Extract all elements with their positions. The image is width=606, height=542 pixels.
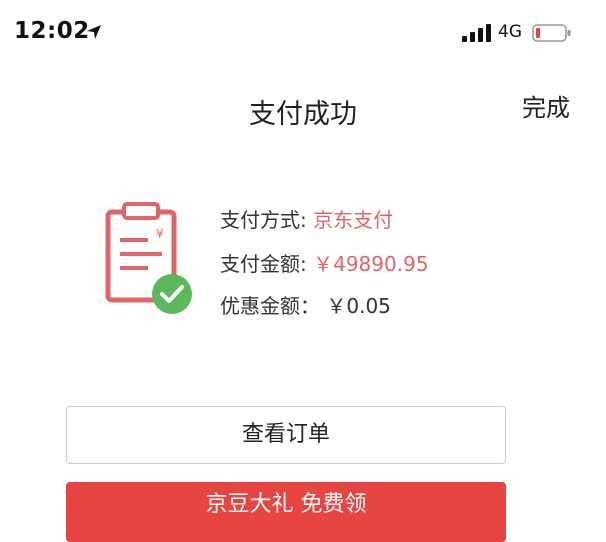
location-arrow-icon bbox=[87, 25, 101, 39]
network-type-label: 4G bbox=[498, 22, 522, 42]
payment-method-label: 支付方式: bbox=[220, 208, 307, 232]
payment-method-value: 京东支付 bbox=[313, 208, 394, 232]
page-title: 支付成功 bbox=[249, 99, 357, 130]
nav-bar: 支付成功 完成 bbox=[0, 70, 606, 140]
battery-icon bbox=[532, 24, 571, 42]
svg-text:¥: ¥ bbox=[156, 227, 164, 241]
status-time: 12:02 bbox=[14, 18, 90, 44]
signal-strength-icon bbox=[462, 24, 491, 42]
done-button[interactable]: 完成 bbox=[522, 88, 570, 123]
status-bar: 12:02 4G bbox=[0, 0, 606, 62]
free-jingdou-gift-button[interactable]: 京豆大礼 免费领 bbox=[66, 482, 506, 542]
payment-result: ¥ 支付方式: 京东支付 支付金额: ￥49890.95 优惠金额： ￥0.05 bbox=[0, 180, 606, 340]
view-order-button[interactable]: 查看订单 bbox=[66, 406, 506, 464]
discount-amount-value: ￥0.05 bbox=[326, 294, 391, 318]
discount-amount-row: 优惠金额： ￥0.05 bbox=[220, 290, 391, 319]
payment-amount-row: 支付金额: ￥49890.95 bbox=[220, 248, 429, 277]
payment-method-row: 支付方式: 京东支付 bbox=[220, 204, 393, 233]
payment-success-icon: ¥ bbox=[78, 202, 200, 314]
payment-amount-value: ￥49890.95 bbox=[313, 252, 429, 276]
discount-amount-label: 优惠金额： bbox=[220, 294, 320, 318]
payment-amount-label: 支付金额: bbox=[220, 252, 307, 276]
